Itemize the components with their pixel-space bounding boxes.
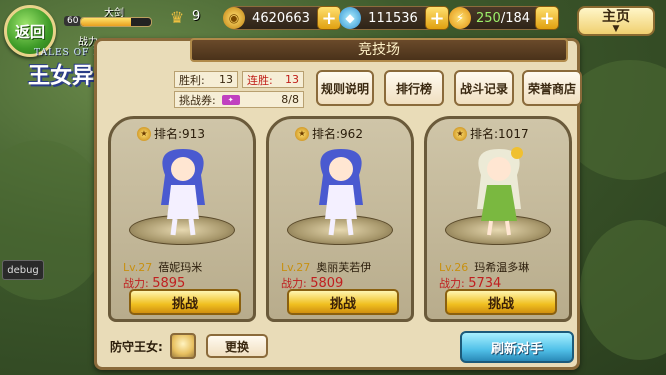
- wins-value: 13: [219, 73, 233, 86]
- opponent-name: 奥丽芙若伊: [316, 261, 372, 274]
- opponent-info: Lv.26 玛希温多琳 战力: 5734: [439, 259, 529, 291]
- rank-badge-icon: ♛: [169, 8, 185, 27]
- challenge-button[interactable]: 挑战: [445, 289, 557, 315]
- stamina-value: 250/184: [471, 11, 535, 26]
- battle-log-label: 战斗记录: [459, 81, 508, 96]
- challenge-button[interactable]: 挑战: [287, 289, 399, 315]
- wins-stat: 胜利: 13: [174, 71, 238, 88]
- lightning-icon: ⚡: [449, 7, 471, 29]
- challenge-label: 挑战: [329, 296, 356, 312]
- add-gem-button[interactable]: +: [425, 6, 449, 30]
- stamina-max: /184: [500, 10, 531, 26]
- opponent-level: Lv.26: [439, 261, 469, 274]
- streak-label: 连胜:: [247, 73, 273, 87]
- medal-icon: ★: [453, 126, 467, 141]
- honor-shop-button[interactable]: 荣誉商店: [522, 70, 582, 106]
- gold-coin-icon: ◉: [223, 7, 245, 29]
- debug-button[interactable]: debug: [2, 260, 44, 280]
- opponent-card: ★ 排名:962 Lv.27 奥丽芙若伊 战力: 5809 挑战: [266, 116, 414, 322]
- opponent-rank: ★ 排名:913: [137, 125, 205, 142]
- opponent-rank: ★ 排名:1017: [453, 125, 529, 142]
- opponent-rank-text: 排名:913: [154, 127, 205, 141]
- refresh-label: 刷新对手: [490, 341, 543, 357]
- debug-label: debug: [7, 264, 39, 276]
- battle-log-button[interactable]: 战斗记录: [454, 70, 514, 106]
- leaderboard-button[interactable]: 排行榜: [384, 70, 444, 106]
- add-gold-button[interactable]: +: [317, 6, 341, 30]
- opponent-rank-text: 排名:1017: [470, 127, 529, 141]
- rules-label: 规则说明: [320, 81, 369, 96]
- swap-label: 更换: [224, 339, 249, 354]
- medal-icon: ★: [137, 126, 151, 141]
- opponent-info: Lv.27 蓓妮玛米 战力: 5895: [123, 259, 202, 291]
- add-stamina-button[interactable]: +: [535, 6, 559, 30]
- opponent-card: ★ 排名:913 Lv.27 蓓妮玛米 战力: 5895 挑战: [108, 116, 256, 322]
- gem-resource: ◆ 111536 +: [339, 6, 449, 30]
- challenge-label: 挑战: [487, 296, 514, 312]
- gem-value: 111536: [368, 10, 418, 26]
- opponent-name: 玛希温多琳: [474, 261, 530, 274]
- hero-sprite: [319, 149, 363, 236]
- ticket-label: 挑战券:: [179, 93, 216, 107]
- opponent-rank: ★ 排名:962: [295, 125, 363, 142]
- leaderboard-label: 排行榜: [395, 81, 432, 96]
- streak-value: 13: [285, 73, 299, 86]
- swap-defender-button[interactable]: 更换: [206, 334, 268, 358]
- ticket-value: 8/8: [281, 93, 299, 106]
- challenge-label: 挑战: [171, 296, 198, 312]
- home-button[interactable]: 主页 ▼: [577, 6, 655, 36]
- defend-label: 防守王女:: [110, 340, 163, 354]
- arena-title-text: 竞技场: [358, 42, 400, 58]
- stamina-resource: ⚡ 250/184 +: [449, 6, 559, 30]
- opponent-info: Lv.27 奥丽芙若伊 战力: 5809: [281, 259, 371, 291]
- opponent-rank-text: 排名:962: [312, 127, 363, 141]
- defender-avatar[interactable]: [170, 333, 196, 359]
- refresh-opponents-button[interactable]: 刷新对手: [460, 331, 574, 363]
- exp-bar: [80, 17, 152, 27]
- ticket-icon: ✦: [221, 94, 240, 105]
- challenge-button[interactable]: 挑战: [129, 289, 241, 315]
- honor-shop-label: 荣誉商店: [527, 81, 576, 96]
- streak-stat: 连胜: 13: [242, 71, 304, 88]
- player-level: 60: [64, 16, 82, 26]
- stamina-current: 250: [475, 10, 501, 26]
- ticket-stat: 挑战券: ✦ 8/8: [174, 91, 304, 108]
- hero-sprite: [477, 147, 523, 236]
- exp-fill: [81, 18, 132, 26]
- arena-title: 竞技场: [190, 38, 568, 62]
- gold-value: 4620663: [252, 10, 310, 26]
- home-label: 主页: [602, 9, 630, 25]
- rank-value: 9: [192, 9, 201, 24]
- wins-label: 胜利:: [179, 73, 205, 87]
- opponent-level: Lv.27: [281, 261, 311, 274]
- back-label: 返回: [14, 22, 45, 41]
- rules-button[interactable]: 规则说明: [316, 70, 374, 106]
- gold-resource: ◉ 4620663 +: [223, 6, 341, 30]
- top-bar: 返回 大剑 60 战力: 1800 ♛ 9 ◉ 4620663 + ◆ 1115…: [0, 0, 666, 57]
- hero-sprite: [161, 149, 205, 236]
- medal-icon: ★: [295, 126, 309, 141]
- gem-icon: ◆: [339, 7, 361, 29]
- opponent-name: 蓓妮玛米: [158, 261, 203, 274]
- opponent-level: Lv.27: [123, 261, 153, 274]
- chevron-down-icon: ▼: [612, 24, 620, 34]
- opponent-card: ★ 排名:1017 Lv.26 玛希温多琳 战力: 5734 挑战: [424, 116, 572, 322]
